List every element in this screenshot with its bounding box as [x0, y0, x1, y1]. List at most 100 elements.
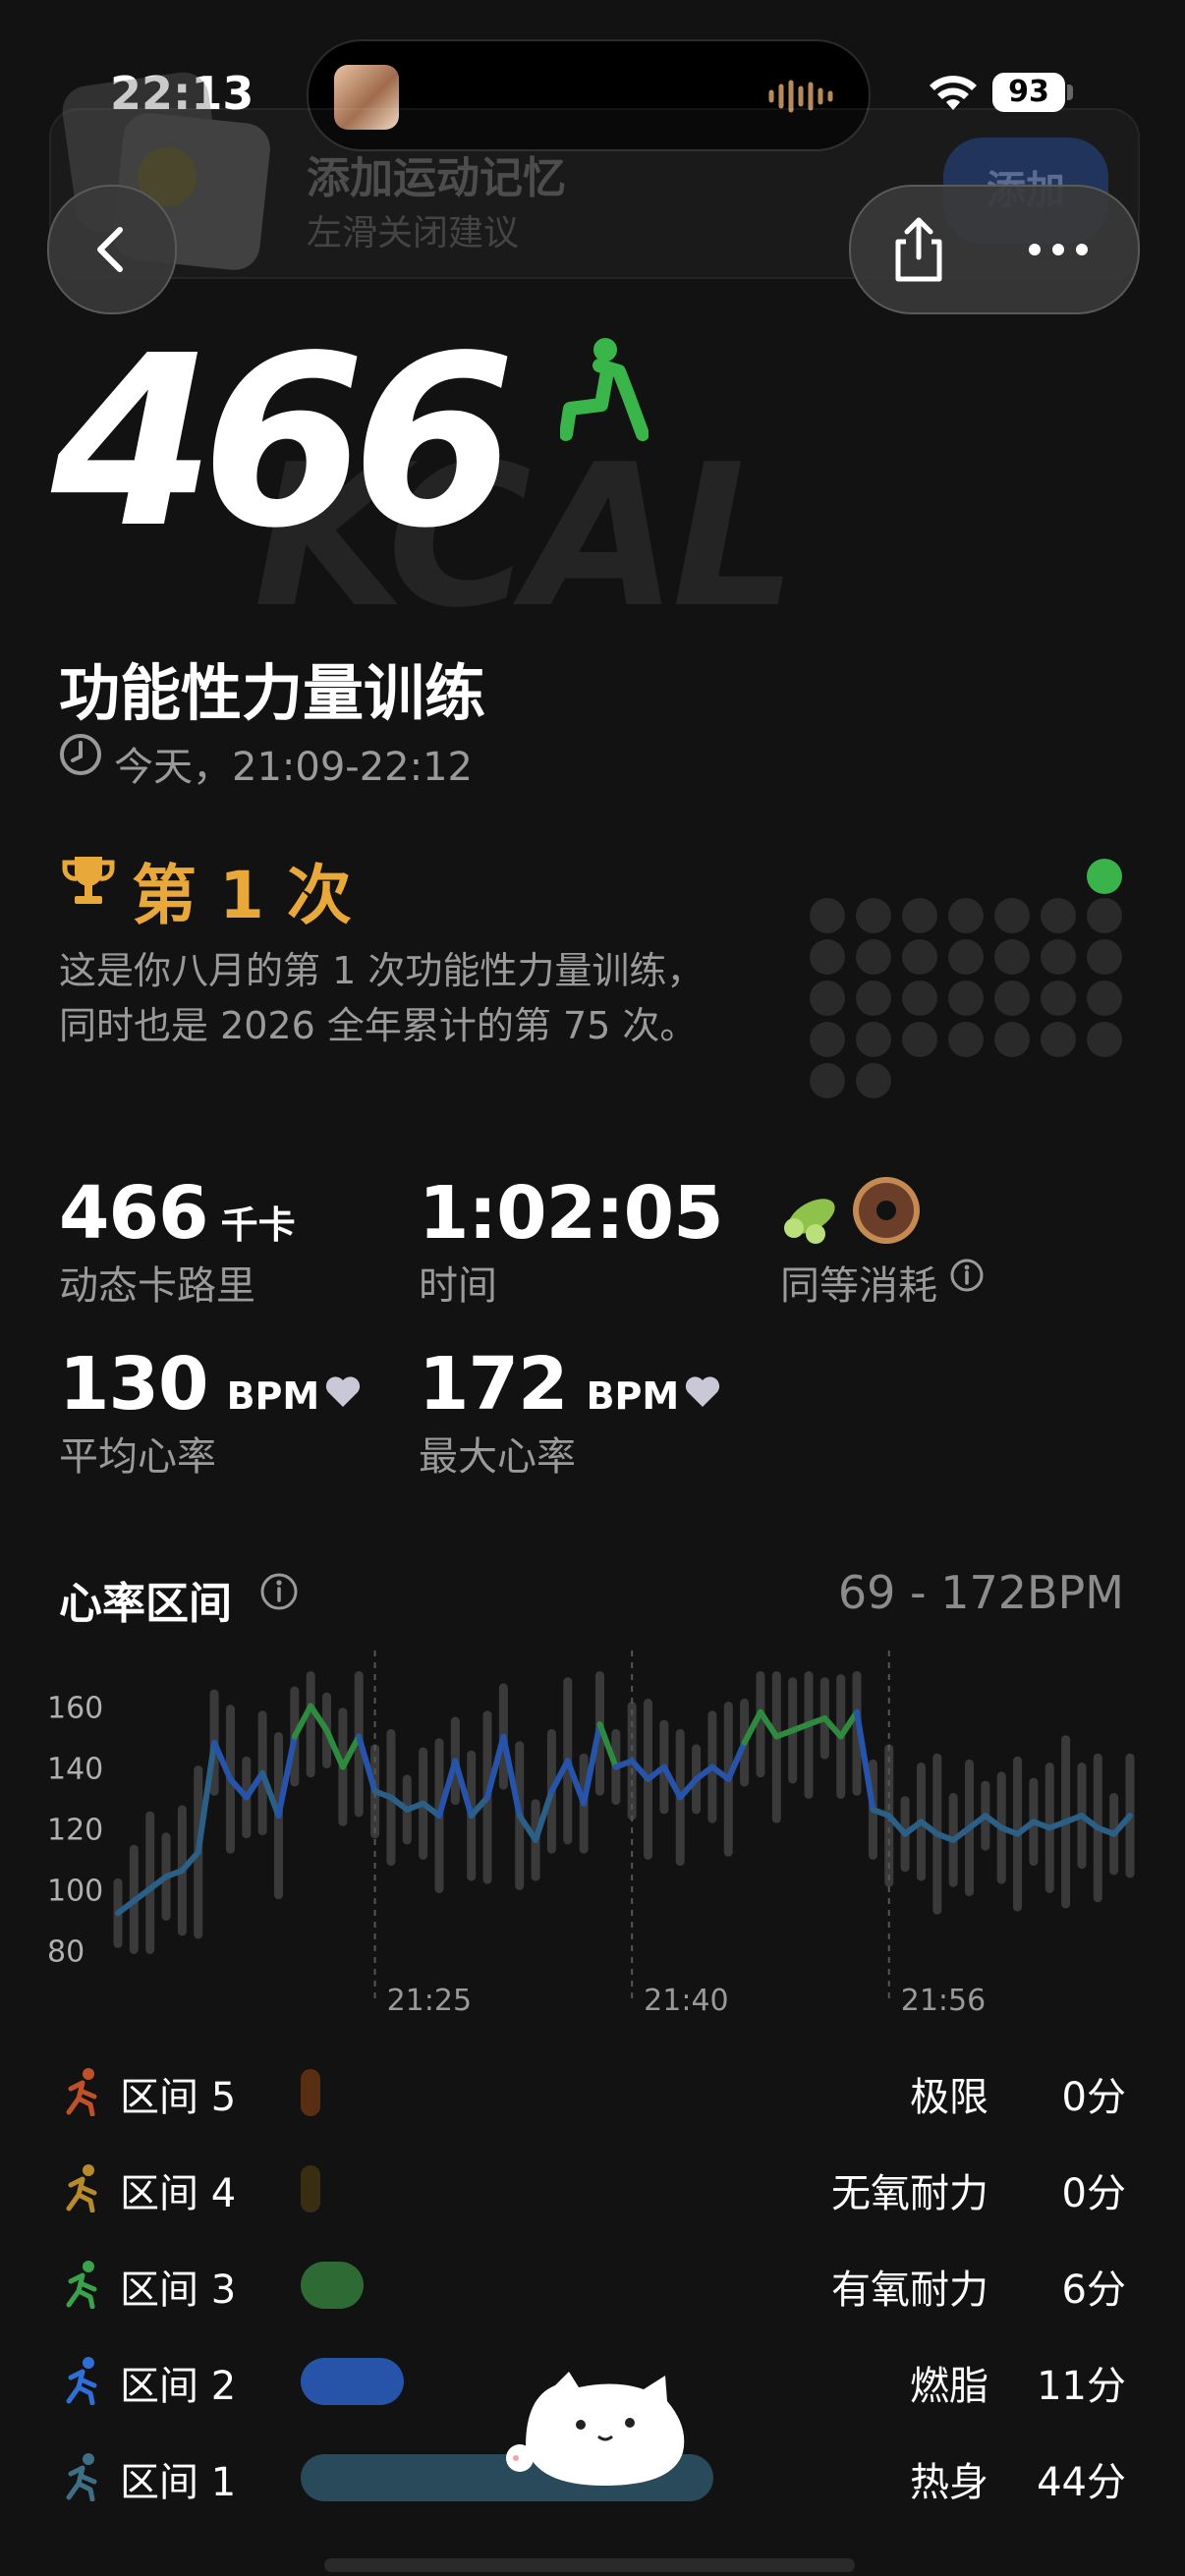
zone-runner-icon	[66, 2357, 97, 2405]
zone-name: 极限	[910, 2075, 988, 2120]
zone-value: 0分	[1061, 2171, 1126, 2216]
day-dot	[902, 980, 937, 1016]
workout-title: 功能性力量训练	[59, 657, 486, 729]
zone-bar	[301, 2262, 364, 2309]
achievement-line-2: 同时也是 2026 全年累计的第 75 次。	[59, 1004, 698, 1047]
zone-runner-icon	[66, 2453, 97, 2501]
equivalent-label: 同等消耗	[780, 1263, 937, 1309]
achievement-text: 这是你八月的第 1 次功能性力量训练， 同时也是 2026 全年累计的第 75 …	[59, 943, 766, 1053]
day-dot	[1041, 898, 1076, 933]
zone-name: 无氧耐力	[831, 2171, 988, 2216]
duration-label: 时间	[419, 1263, 497, 1309]
zone-value: 44分	[1037, 2460, 1126, 2505]
monthly-dot-grid	[810, 859, 1122, 1098]
zone-value: 6分	[1061, 2268, 1126, 2313]
day-dot	[1087, 1022, 1122, 1057]
day-dot	[994, 939, 1030, 975]
day-dot	[948, 898, 984, 933]
day-dot	[810, 939, 845, 975]
battery-tip	[1067, 84, 1073, 100]
y-tick-label: 100	[47, 1875, 103, 1909]
zone-label: 区间 3	[120, 2268, 237, 2313]
chevron-left-icon	[97, 227, 123, 272]
day-dot	[902, 1022, 937, 1057]
hr-zone-title: 心率区间	[59, 1579, 232, 1629]
avg-hr-label: 平均心率	[59, 1434, 216, 1480]
x-tick-label: 21:56	[901, 1984, 986, 2018]
day-dot	[856, 1063, 891, 1098]
zone-label: 区间 5	[120, 2075, 237, 2120]
stat-max-hr: 172 BPM	[419, 1342, 721, 1427]
day-dot	[948, 939, 984, 975]
banner-subtitle: 左滑关闭建议	[307, 213, 520, 253]
max-hr-label: 最大心率	[419, 1434, 576, 1480]
food-equivalent-icon	[784, 1177, 920, 1244]
day-dot	[856, 939, 891, 975]
action-pill	[849, 185, 1140, 314]
duration-value: 1:02:05	[419, 1171, 724, 1256]
active-calories-label: 动态卡路里	[59, 1263, 255, 1309]
strength-training-icon	[560, 338, 649, 441]
day-dot	[902, 898, 937, 933]
back-button[interactable]	[47, 185, 177, 314]
zone-bar	[301, 2069, 320, 2116]
clock-icon	[60, 734, 101, 775]
day-dot	[1087, 898, 1122, 933]
zone-runner-icon	[66, 2261, 97, 2309]
day-dot	[810, 980, 845, 1016]
trophy-icon	[62, 857, 115, 904]
day-dot	[994, 980, 1030, 1016]
avg-hr-unit: BPM	[226, 1374, 320, 1418]
day-dot	[856, 980, 891, 1016]
stat-active-calories: 466 千卡	[59, 1171, 296, 1256]
max-hr-value: 172	[419, 1342, 568, 1427]
day-dot	[856, 1022, 891, 1057]
day-dot	[1041, 980, 1076, 1016]
y-tick-label: 80	[47, 1935, 85, 1970]
cat-sticker	[506, 2372, 685, 2486]
day-dot	[902, 939, 937, 975]
zone-label: 区间 2	[120, 2364, 237, 2409]
day-dot	[810, 1022, 845, 1057]
x-tick-label: 21:40	[644, 1984, 728, 2018]
workout-time-range: 今天，21:09-22:12	[114, 745, 473, 790]
x-tick-label: 21:25	[387, 1984, 472, 2018]
zone-bar	[301, 2165, 320, 2212]
more-icon[interactable]	[1026, 240, 1091, 259]
active-calories-unit: 千卡	[220, 1204, 296, 1247]
y-tick-label: 160	[47, 1692, 103, 1726]
info-icon[interactable]	[259, 1572, 299, 1611]
day-dot	[1041, 939, 1076, 975]
zone-runner-icon	[66, 2164, 97, 2212]
day-dot	[1087, 939, 1122, 975]
max-hr-unit: BPM	[586, 1374, 680, 1418]
info-icon[interactable]	[949, 1258, 985, 1293]
day-dot	[948, 980, 984, 1016]
zone-row[interactable]: 区间 3 有氧耐力 6分	[0, 2246, 1185, 2324]
heart-icon	[326, 1376, 361, 1407]
share-icon[interactable]	[884, 212, 953, 287]
zone-value: 11分	[1037, 2364, 1126, 2409]
banner-title: 添加运动记忆	[307, 153, 566, 203]
zone-runner-icon	[66, 2068, 97, 2116]
zone-name: 有氧耐力	[831, 2268, 988, 2313]
zone-value: 0分	[1061, 2075, 1126, 2120]
achievement-line-1: 这是你八月的第 1 次功能性力量训练，	[59, 949, 705, 992]
today-dot	[1087, 859, 1122, 894]
zone-row[interactable]: 区间 4 无氧耐力 0分	[0, 2150, 1185, 2228]
zone-row[interactable]: 区间 5 极限 0分	[0, 2053, 1185, 2132]
day-dot	[1087, 980, 1122, 1016]
zone-label: 区间 4	[120, 2171, 237, 2216]
day-dot	[994, 1022, 1030, 1057]
day-dot	[810, 898, 845, 933]
day-dot	[810, 1063, 845, 1098]
active-calories-value: 466	[59, 1171, 208, 1256]
hr-range: 69 - 172BPM	[837, 1566, 1124, 1619]
battery-indicator: 93	[992, 73, 1065, 112]
heart-rate-chart: 160 140 120 100 80 21:25 21:40 21:56	[47, 1651, 1135, 2018]
calories-hero: 466	[51, 305, 516, 580]
heart-icon	[686, 1376, 720, 1407]
stat-avg-hr: 130 BPM	[59, 1342, 362, 1427]
day-dot	[1041, 1022, 1076, 1057]
home-indicator	[324, 2558, 855, 2572]
